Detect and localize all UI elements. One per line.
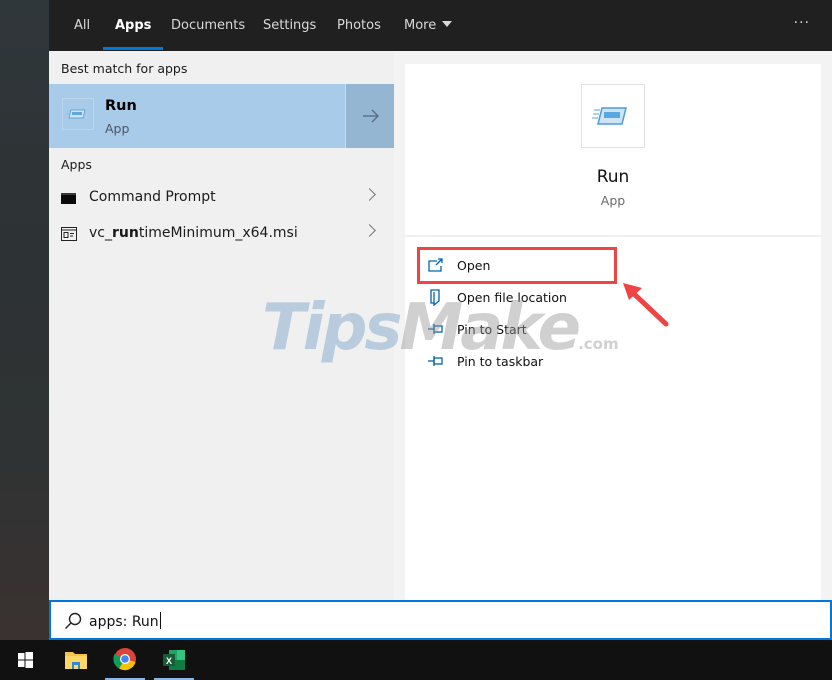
- action-pin-to-taskbar[interactable]: Pin to taskbar: [427, 349, 627, 375]
- expand-details-button[interactable]: [345, 84, 394, 148]
- best-match-type: App: [105, 121, 130, 136]
- run-large-icon: [581, 84, 645, 148]
- pin-icon: [428, 324, 443, 334]
- action-label: Pin to Start: [457, 322, 527, 337]
- chrome-icon: [113, 648, 136, 671]
- tab-apps[interactable]: Apps: [103, 0, 164, 51]
- folder-icon: [65, 652, 87, 669]
- label-match: run: [111, 225, 139, 241]
- more-options-button[interactable]: ···: [794, 0, 810, 51]
- msi-installer-icon: [61, 227, 77, 241]
- chrome-button[interactable]: [105, 640, 145, 680]
- excel-icon: X: [163, 650, 185, 670]
- tab-documents[interactable]: Documents: [171, 0, 245, 51]
- search-value: apps: Run: [89, 614, 159, 630]
- excel-letter: X: [166, 656, 172, 666]
- preview-app-type: App: [600, 193, 626, 208]
- desktop-background: [0, 0, 49, 640]
- preview-pane: Run App Open Open file location Pin to S…: [405, 64, 821, 600]
- arrow-right-icon: [363, 109, 379, 123]
- tab-all[interactable]: All: [74, 0, 90, 51]
- annotation-arrow-icon: [623, 283, 669, 327]
- divider: [405, 235, 821, 237]
- label-post: timeMinimum_x64.msi: [138, 225, 298, 241]
- start-button[interactable]: [5, 640, 45, 680]
- tab-photos[interactable]: Photos: [337, 0, 381, 51]
- action-label: Pin to taskbar: [457, 354, 544, 369]
- tab-more-label: More: [404, 18, 437, 33]
- file-location-icon: [430, 289, 440, 306]
- annotation-highlight-box: [417, 247, 617, 284]
- caret-down-icon: [442, 21, 453, 27]
- search-scope-tabs: All Apps Documents Settings Photos More …: [49, 0, 832, 51]
- result-label: vc_runtimeMinimum_x64.msi: [89, 225, 298, 241]
- file-explorer-button[interactable]: [56, 640, 96, 680]
- command-prompt-icon: [61, 193, 76, 204]
- result-item-command-prompt[interactable]: Command Prompt: [49, 181, 394, 215]
- excel-button[interactable]: X: [154, 640, 194, 680]
- pin-icon: [428, 356, 443, 366]
- best-match-item[interactable]: Run App: [49, 84, 394, 148]
- action-label: Open file location: [457, 290, 567, 305]
- search-box[interactable]: apps: Run: [49, 600, 832, 640]
- tab-more[interactable]: More: [404, 0, 453, 51]
- tab-settings[interactable]: Settings: [263, 0, 316, 51]
- label-pre: vc_: [89, 225, 112, 241]
- preview-app-name: Run: [596, 167, 630, 187]
- best-match-name: Run: [105, 98, 137, 114]
- chevron-right-icon[interactable]: [363, 224, 376, 237]
- results-panel: Best match for apps Run App Apps Command…: [49, 51, 394, 600]
- windows-logo-icon: [18, 652, 33, 668]
- search-input[interactable]: apps: Run: [89, 612, 161, 630]
- taskbar: X: [0, 640, 832, 680]
- result-item-vc-runtime[interactable]: vc_runtimeMinimum_x64.msi: [49, 217, 394, 251]
- chevron-right-icon[interactable]: [363, 188, 376, 201]
- run-icon: [62, 98, 94, 130]
- search-icon: [65, 612, 82, 629]
- text-cursor: [159, 612, 161, 629]
- result-label: Command Prompt: [89, 189, 216, 205]
- action-pin-to-start[interactable]: Pin to Start: [427, 317, 627, 343]
- apps-heading: Apps: [61, 157, 92, 172]
- best-match-heading: Best match for apps: [61, 61, 188, 76]
- action-open-file-location[interactable]: Open file location: [427, 285, 627, 311]
